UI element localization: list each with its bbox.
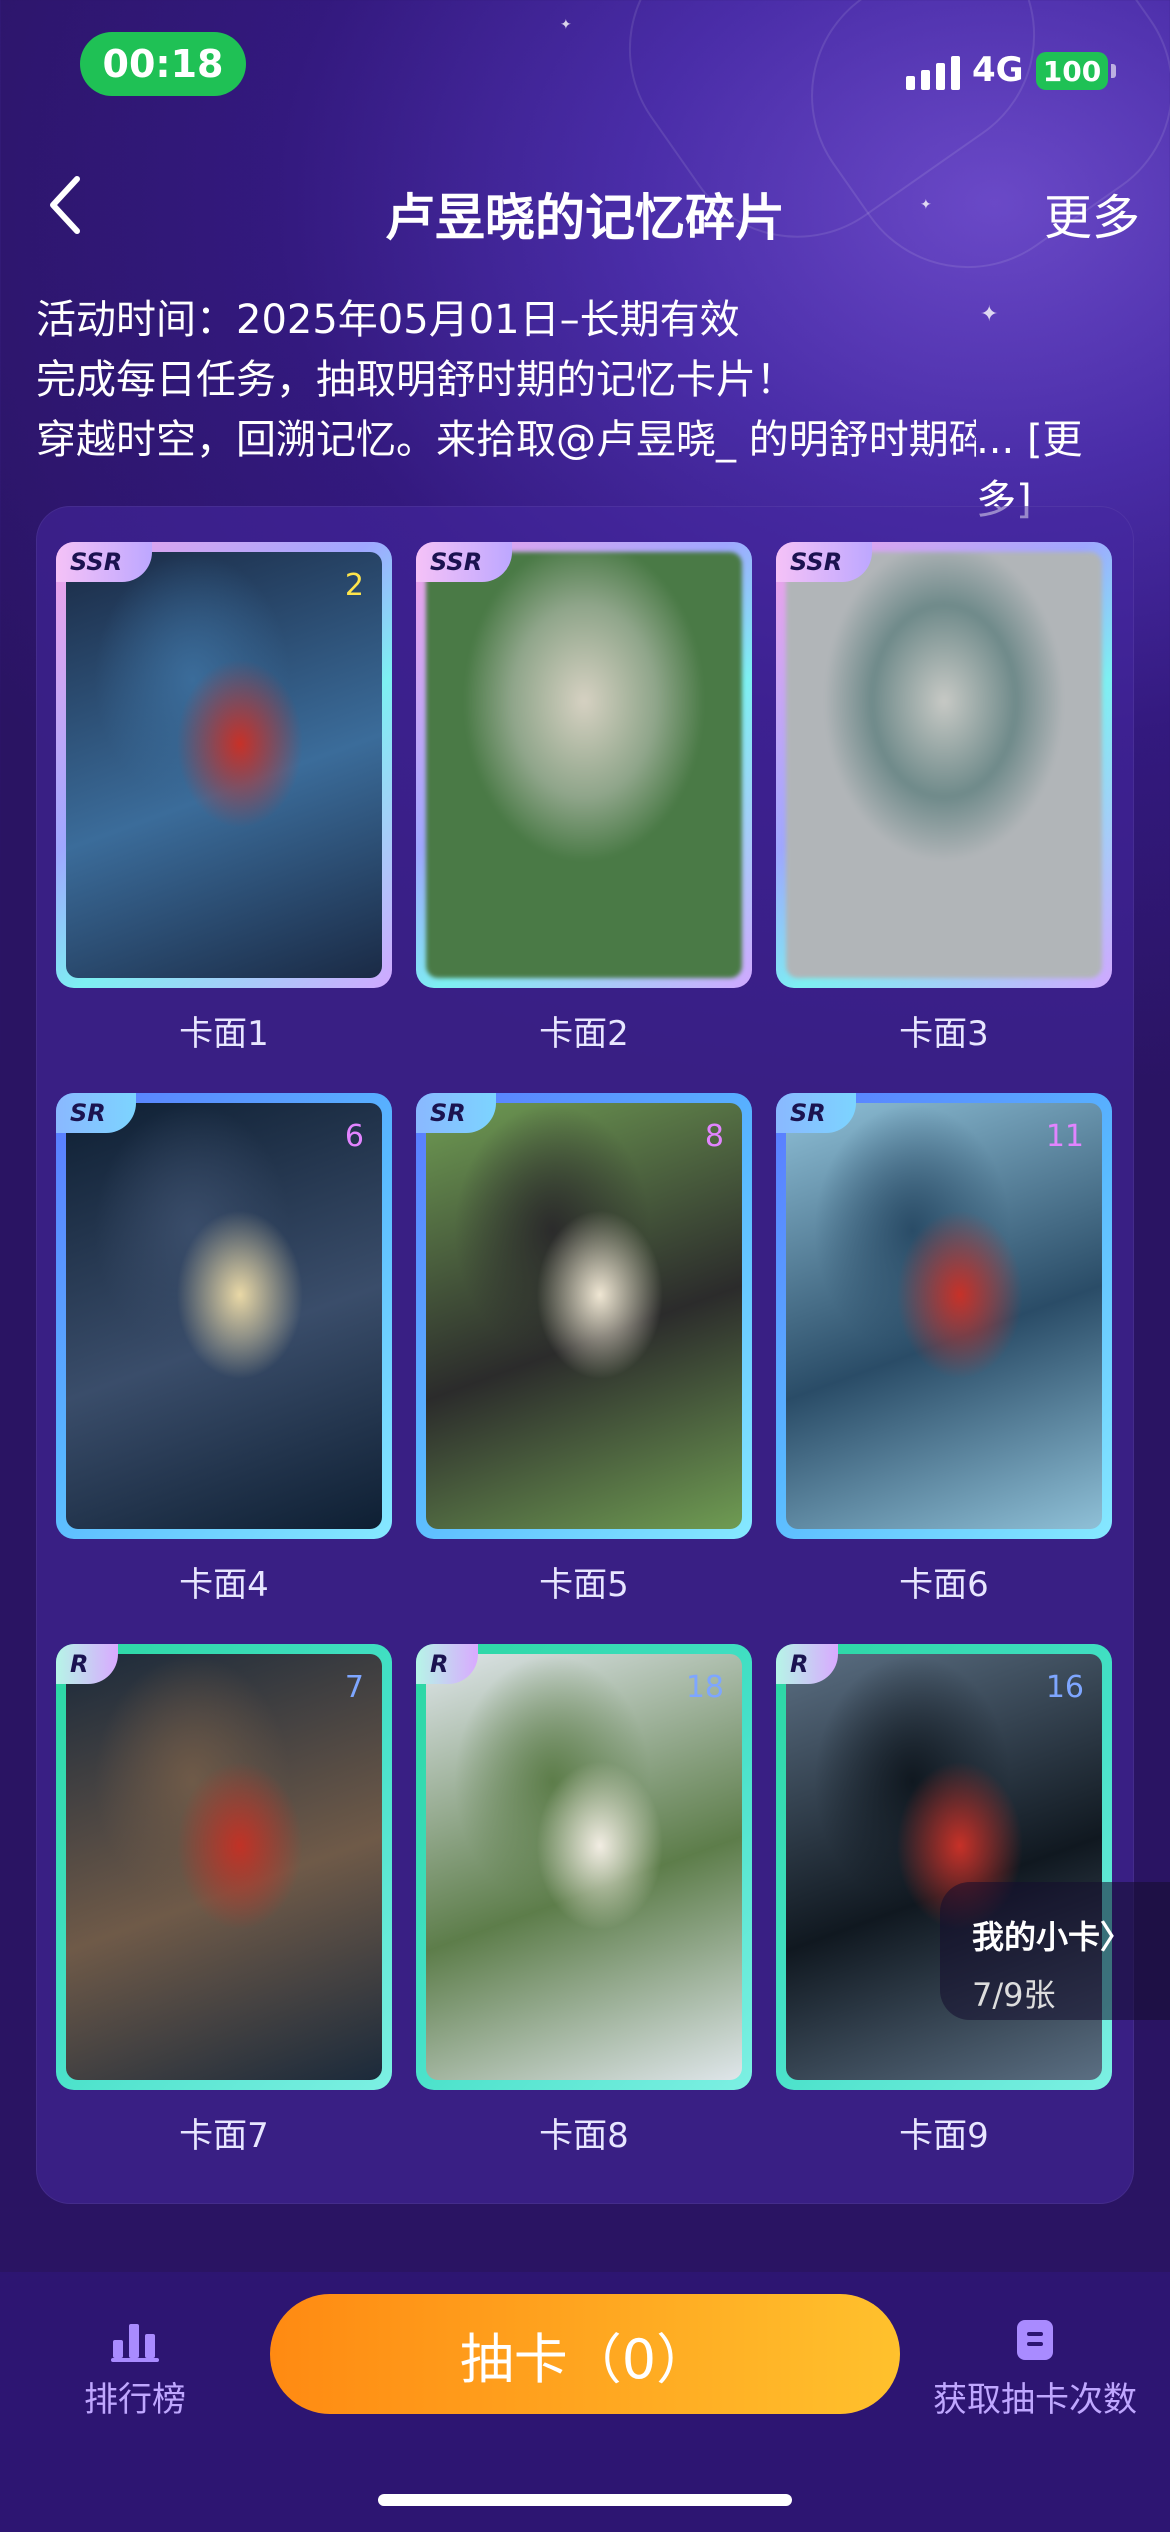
network-type: 4G: [972, 50, 1024, 90]
rarity-badge: SR: [776, 1093, 856, 1133]
my-cards-title: 我的小卡: [972, 1918, 1101, 1956]
card-count: 6: [344, 1119, 364, 1154]
draw-card-button[interactable]: 抽卡（0）: [270, 2294, 900, 2414]
status-bar: 00:18 4G 100: [0, 0, 1170, 130]
card-item[interactable]: R 18 卡面8: [416, 1644, 752, 2157]
get-draws-label: 获取抽卡次数: [933, 2380, 1137, 2420]
rarity-badge: SR: [56, 1093, 136, 1133]
leaderboard-label: 排行榜: [84, 2380, 186, 2420]
get-draws-button[interactable]: 获取抽卡次数: [930, 2314, 1140, 2421]
card-frame[interactable]: R 16: [776, 1644, 1112, 2090]
card-count: 16: [1045, 1670, 1084, 1705]
card-frame[interactable]: R 18: [416, 1644, 752, 2090]
card-count: 2: [344, 568, 364, 603]
card-label: 卡面8: [539, 2116, 629, 2156]
card-item[interactable]: SSR 卡面2: [416, 542, 752, 1055]
card-frame[interactable]: SSR: [416, 542, 752, 988]
card-label: 卡面2: [539, 1014, 629, 1054]
card-item[interactable]: SSR 2 卡面1: [56, 542, 392, 1055]
leaderboard-button[interactable]: 排行榜: [80, 2314, 190, 2421]
battery-level: 100: [1042, 54, 1102, 88]
card-frame[interactable]: R7: [56, 1644, 392, 2090]
card-count: 8: [704, 1119, 724, 1154]
document-icon: [1011, 2314, 1059, 2362]
activity-time: 活动时间：2025年05月01日–长期有效: [36, 297, 740, 343]
rarity-badge: SR: [416, 1093, 496, 1133]
my-cards-progress: 7/9张: [972, 1976, 1056, 2014]
card-item[interactable]: SSR 卡面3: [776, 542, 1112, 1055]
bar-chart-icon: [111, 2314, 159, 2362]
card-label: 卡面1: [179, 1014, 269, 1054]
card-count: 18: [685, 1670, 724, 1705]
chevron-right-icon: 〉: [1100, 1918, 1133, 1956]
card-photo: [426, 1654, 742, 2080]
my-cards-tab[interactable]: 我的小卡〉 7/9张: [940, 1882, 1170, 2020]
home-indicator: [378, 2494, 792, 2506]
rarity-badge: SSR: [56, 542, 153, 582]
card-frame[interactable]: SR 6: [56, 1093, 392, 1539]
card-photo: [786, 1103, 1102, 1529]
card-frame[interactable]: SSR 2: [56, 542, 392, 988]
card-label: 卡面9: [899, 2116, 989, 2156]
activity-intro: 完成每日任务，抽取明舒时期的记忆卡片！: [36, 357, 796, 403]
more-button[interactable]: 更多: [1044, 178, 1140, 248]
card-photo: [66, 1654, 382, 2080]
card-item[interactable]: R 7 卡面7: [56, 1644, 392, 2157]
card-label: 卡面3: [899, 1014, 989, 1054]
card-photo: [426, 552, 742, 978]
card-frame[interactable]: SSR: [776, 542, 1112, 988]
activity-description: 活动时间：2025年05月01日–长期有效 完成每日任务，抽取明舒时期的记忆卡片…: [36, 290, 1136, 530]
page-title: 卢昱晓的记忆碎片: [385, 189, 785, 247]
card-item[interactable]: SR 11 卡面6: [776, 1093, 1112, 1606]
card-photo: [66, 1103, 382, 1529]
card-photo: [66, 552, 382, 978]
card-label: 卡面4: [179, 1565, 269, 1605]
card-photo: [426, 1103, 742, 1529]
navigation-bar: 卢昱晓的记忆碎片 更多: [0, 150, 1170, 260]
status-time: 00:18: [80, 32, 246, 96]
card-item[interactable]: SR 6 卡面4: [56, 1093, 392, 1606]
bottom-action-bar: 排行榜 抽卡（0） 获取抽卡次数: [0, 2272, 1170, 2532]
signal-strength-icon: [906, 56, 960, 90]
rarity-badge: SSR: [776, 542, 873, 582]
card-label: 卡面7: [179, 2116, 269, 2156]
card-count: 11: [1045, 1119, 1084, 1154]
rarity-badge: SSR: [416, 542, 513, 582]
card-frame[interactable]: SR 8: [416, 1093, 752, 1539]
card-count: 7: [344, 1670, 364, 1705]
card-label: 卡面6: [899, 1565, 989, 1605]
card-item[interactable]: SR 8 卡面5: [416, 1093, 752, 1606]
battery-icon: 100: [1036, 52, 1116, 90]
card-frame[interactable]: SR 11: [776, 1093, 1112, 1539]
card-label: 卡面5: [539, 1565, 629, 1605]
card-photo: [786, 552, 1102, 978]
